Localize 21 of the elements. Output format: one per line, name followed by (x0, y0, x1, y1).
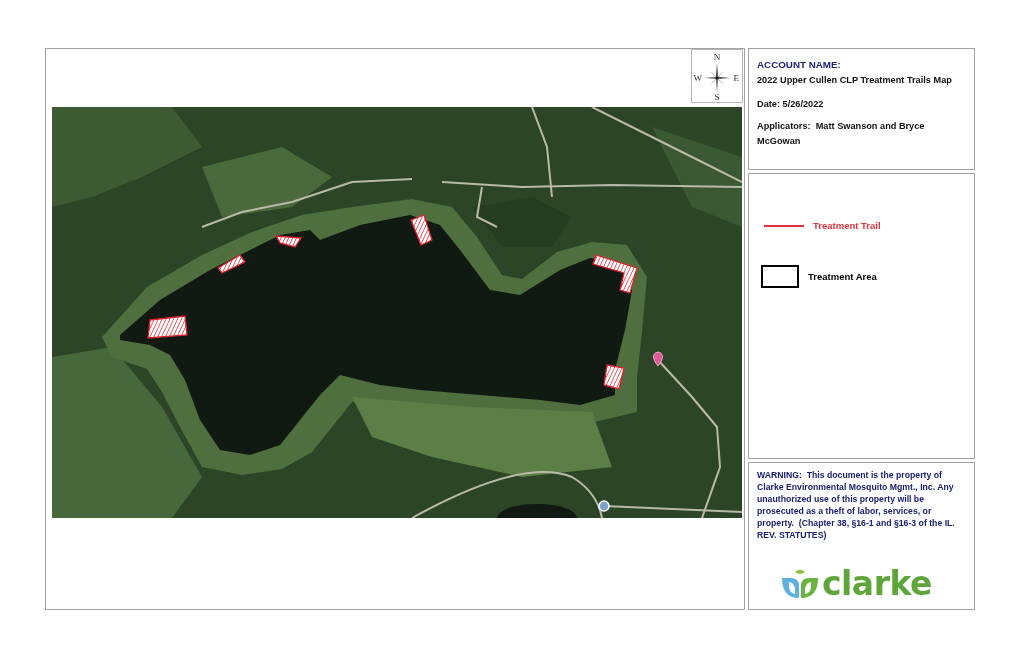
treatment-area (592, 254, 638, 294)
legend-label: Treatment Trail (813, 220, 881, 231)
leaf-logo-icon (781, 568, 819, 600)
treatment-area (217, 254, 246, 274)
treatment-area (603, 364, 625, 390)
applicators-text: Applicators: Matt Swanson and Bryce McGowan (757, 120, 926, 148)
compass-letter: S (714, 92, 720, 103)
account-name: 2022 Upper Cullen CLP Treatment Trails Map (757, 74, 952, 87)
treatment-area (410, 214, 433, 246)
logo-wordmark: clarke (822, 567, 932, 601)
map-pin-icon (653, 351, 663, 367)
compass-letter: E (733, 73, 739, 84)
date-text: Date: 5/26/2022 (757, 98, 824, 111)
warning-text: WARNING: This document is the property of Clarke Environmental Mosquito Mgmt., Inc. Any unauthorized use of this property will be prosecuted as a theft of labor, services, or property. (Chapter 38, §16-1 and §16-3 of the IL. REV. STATUTES) (757, 469, 956, 541)
account-heading: ACCOUNT NAME: (757, 58, 841, 71)
legend-label: Treatment Area (808, 271, 877, 282)
map-pin-icon (598, 500, 610, 512)
treatment-area (274, 235, 303, 248)
compass-letter: N (713, 51, 721, 62)
treatment-area (147, 315, 188, 339)
compass-letter: W (693, 73, 703, 84)
